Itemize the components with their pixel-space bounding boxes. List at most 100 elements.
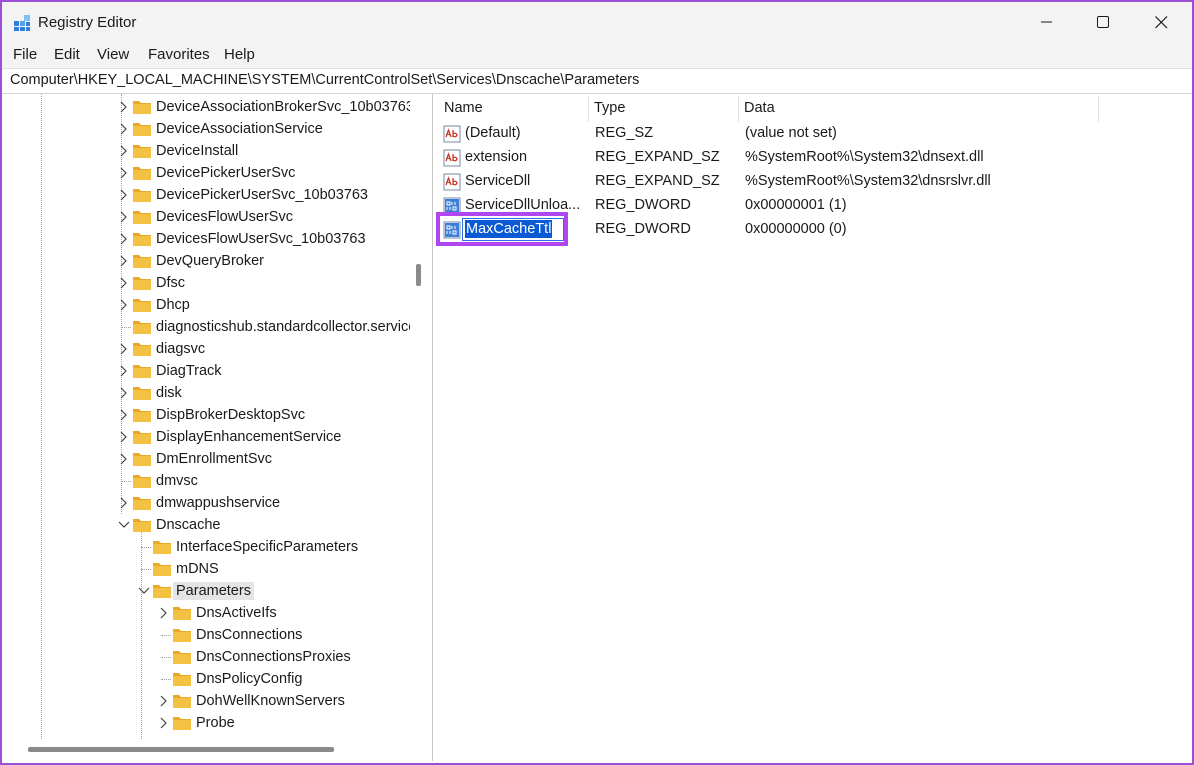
tree-item-label[interactable]: DnsPolicyConfig [193, 670, 305, 688]
column-divider[interactable] [1098, 96, 1099, 122]
tree-item[interactable]: DevicesFlowUserSvc [6, 206, 410, 228]
tree-item[interactable]: diagnosticshub.standardcollector.service [6, 316, 410, 338]
minimize-button[interactable] [1018, 2, 1076, 42]
tree-item-label[interactable]: disk [153, 384, 185, 402]
chevron-right-icon[interactable] [118, 210, 130, 224]
chevron-right-icon[interactable] [118, 496, 130, 510]
chevron-right-icon[interactable] [158, 716, 170, 730]
address-path[interactable]: Computer\HKEY_LOCAL_MACHINE\SYSTEM\Curre… [10, 72, 639, 88]
tree-vertical-scrollbar[interactable] [416, 264, 421, 286]
chevron-right-icon[interactable] [158, 606, 170, 620]
tree-item-label[interactable]: diagsvc [153, 340, 208, 358]
tree-item[interactable]: DisplayEnhancementService [6, 426, 410, 448]
tree-item-label[interactable]: Dhcp [153, 296, 193, 314]
column-header-data[interactable]: Data [744, 100, 775, 116]
tree-item[interactable]: Dnscache [6, 514, 410, 536]
tree-item[interactable]: DeviceAssociationBrokerSvc_10b03763 [6, 96, 410, 118]
maximize-button[interactable] [1074, 2, 1132, 42]
key-tree[interactable]: DeviceAssociationBrokerSvc_10b03763 Devic… [6, 94, 410, 739]
tree-item[interactable]: diagsvc [6, 338, 410, 360]
tree-item-label[interactable]: Dnscache [153, 516, 223, 534]
address-bar[interactable]: Computer\HKEY_LOCAL_MACHINE\SYSTEM\Curre… [2, 68, 1192, 94]
chevron-right-icon[interactable] [118, 276, 130, 290]
tree-item[interactable]: dmvsc [6, 470, 410, 492]
chevron-right-icon[interactable] [118, 254, 130, 268]
tree-item[interactable]: dmwappushservice [6, 492, 410, 514]
tree-item-label[interactable]: Parameters [173, 582, 254, 600]
tree-item-label[interactable]: DiagTrack [153, 362, 225, 380]
chevron-right-icon[interactable] [118, 166, 130, 180]
tree-item[interactable]: mDNS [6, 558, 410, 580]
tree-item[interactable]: DmEnrollmentSvc [6, 448, 410, 470]
chevron-right-icon[interactable] [118, 144, 130, 158]
tree-item-label[interactable]: dmwappushservice [153, 494, 283, 512]
tree-item-label[interactable]: DevicesFlowUserSvc_10b03763 [153, 230, 369, 248]
tree-item[interactable]: DnsConnections [6, 624, 410, 646]
tree-item-label[interactable]: DevicePickerUserSvc_10b03763 [153, 186, 371, 204]
title-bar[interactable]: Registry Editor [2, 2, 1192, 42]
tree-item-label[interactable]: DnsConnections [193, 626, 305, 644]
tree-item[interactable]: DnsConnectionsProxies [6, 646, 410, 668]
tree-item[interactable]: DevicePickerUserSvc [6, 162, 410, 184]
value-row[interactable]: ServiceDll REG_EXPAND_SZ %SystemRoot%\Syst… [438, 170, 1192, 194]
tree-item-label[interactable]: DevicePickerUserSvc [153, 164, 298, 182]
pane-splitter[interactable] [432, 94, 433, 761]
tree-item[interactable]: Parameters [6, 580, 410, 602]
tree-item[interactable]: DeviceAssociationService [6, 118, 410, 140]
chevron-right-icon[interactable] [118, 232, 130, 246]
tree-item-label[interactable]: DevQueryBroker [153, 252, 267, 270]
tree-item-label[interactable]: DeviceAssociationBrokerSvc_10b03763 [153, 98, 410, 116]
close-button[interactable] [1132, 2, 1190, 42]
tree-item[interactable]: DevicesFlowUserSvc_10b03763 [6, 228, 410, 250]
chevron-right-icon[interactable] [118, 122, 130, 136]
tree-item[interactable]: disk [6, 382, 410, 404]
tree-item-label[interactable]: DeviceInstall [153, 142, 241, 160]
chevron-right-icon[interactable] [118, 364, 130, 378]
tree-item[interactable]: DohWellKnownServers [6, 690, 410, 712]
value-row[interactable]: extension REG_EXPAND_SZ %SystemRoot%\Syste… [438, 146, 1192, 170]
chevron-down-icon[interactable] [118, 518, 130, 532]
tree-item-label[interactable]: Dfsc [153, 274, 188, 292]
column-header-type[interactable]: Type [594, 100, 625, 116]
chevron-right-icon[interactable] [118, 430, 130, 444]
tree-item[interactable]: Dfsc [6, 272, 410, 294]
tree-horizontal-scrollbar[interactable] [28, 747, 334, 752]
menu-favorites[interactable]: Favorites [148, 46, 210, 63]
tree-item[interactable]: DeviceInstall [6, 140, 410, 162]
chevron-right-icon[interactable] [118, 452, 130, 466]
chevron-right-icon[interactable] [158, 694, 170, 708]
tree-item[interactable]: DevicePickerUserSvc_10b03763 [6, 184, 410, 206]
tree-item[interactable]: Dhcp [6, 294, 410, 316]
tree-item-label[interactable]: DohWellKnownServers [193, 692, 348, 710]
tree-item-label[interactable]: mDNS [173, 560, 222, 578]
column-divider[interactable] [738, 96, 739, 122]
tree-item[interactable]: DevQueryBroker [6, 250, 410, 272]
tree-item[interactable]: DispBrokerDesktopSvc [6, 404, 410, 426]
tree-item[interactable]: Probe [6, 712, 410, 734]
tree-item-label[interactable]: DnsActiveIfs [193, 604, 280, 622]
tree-item-label[interactable]: DmEnrollmentSvc [153, 450, 275, 468]
tree-item[interactable]: InterfaceSpecificParameters [6, 536, 410, 558]
chevron-down-icon[interactable] [138, 584, 150, 598]
chevron-right-icon[interactable] [118, 100, 130, 114]
chevron-right-icon[interactable] [118, 342, 130, 356]
tree-item-label[interactable]: DnsConnectionsProxies [193, 648, 354, 666]
column-header-name[interactable]: Name [444, 100, 483, 116]
tree-item-label[interactable]: DeviceAssociationService [153, 120, 326, 138]
menu-edit[interactable]: Edit [54, 46, 80, 63]
menu-help[interactable]: Help [224, 46, 255, 63]
tree-item[interactable]: DnsPolicyConfig [6, 668, 410, 690]
chevron-right-icon[interactable] [118, 386, 130, 400]
chevron-right-icon[interactable] [118, 298, 130, 312]
tree-item-label[interactable]: DevicesFlowUserSvc [153, 208, 296, 226]
chevron-right-icon[interactable] [118, 188, 130, 202]
tree-item-label[interactable]: diagnosticshub.standardcollector.service [153, 318, 410, 336]
tree-item-label[interactable]: DispBrokerDesktopSvc [153, 406, 308, 424]
tree-item-label[interactable]: InterfaceSpecificParameters [173, 538, 361, 556]
tree-item-label[interactable]: Probe [193, 714, 238, 732]
menu-file[interactable]: File [13, 46, 37, 63]
tree-item-label[interactable]: DisplayEnhancementService [153, 428, 344, 446]
chevron-right-icon[interactable] [118, 408, 130, 422]
tree-item[interactable]: DnsActiveIfs [6, 602, 410, 624]
menu-view[interactable]: View [97, 46, 129, 63]
